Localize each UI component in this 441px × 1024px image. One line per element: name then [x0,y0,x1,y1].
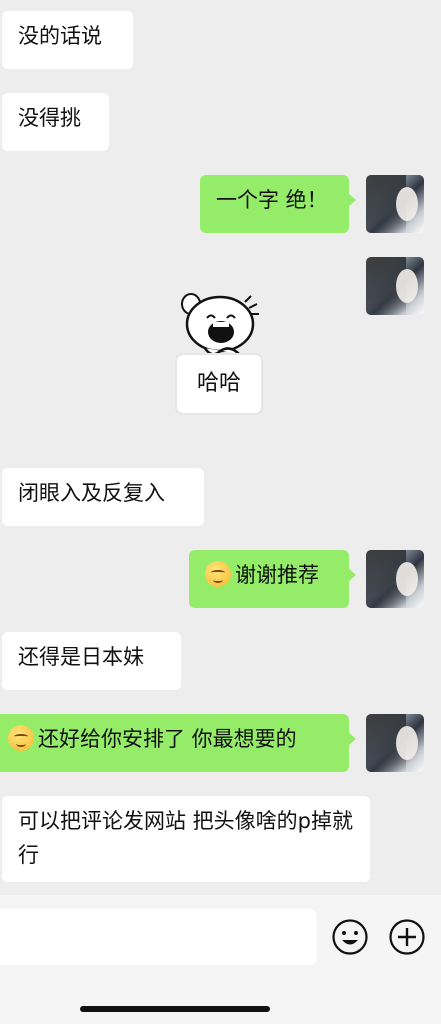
plus-icon[interactable] [388,918,426,956]
avatar[interactable] [366,257,424,315]
message-text: 没的话说 [18,24,102,48]
avatar[interactable] [366,550,424,608]
outgoing-message[interactable]: 谢谢推荐 [189,550,356,608]
message-input[interactable] [0,909,317,965]
sticker-message[interactable]: 哈哈 [175,290,265,420]
avatar[interactable] [366,175,424,233]
home-indicator [80,1006,270,1012]
incoming-message[interactable]: 没的话说 [2,11,133,69]
outgoing-message[interactable]: 还好给你安排了 你最想要的 [0,714,356,772]
message-text: 闭眼入及反复入 [18,481,165,505]
message-text: 谢谢推荐 [235,563,319,587]
avatar[interactable] [366,714,424,772]
message-text: 可以把评论发网站 把头像啥的p掉就行 [18,809,354,867]
incoming-message[interactable]: 闭眼入及反复入 [2,468,204,526]
thinking-face-icon [8,725,34,751]
emoji-icon[interactable] [331,918,369,956]
outgoing-message[interactable]: 一个字 绝！ [200,175,356,233]
incoming-message[interactable]: 没得挑 [2,93,109,151]
sticker-caption: 哈哈 [175,353,263,415]
incoming-message[interactable]: 还得是日本妹 [2,632,181,690]
incoming-message[interactable]: 可以把评论发网站 把头像啥的p掉就行 [2,796,370,882]
message-text: 没得挑 [18,106,81,130]
message-text: 一个字 绝！ [216,188,328,212]
message-text: 还得是日本妹 [18,645,144,669]
input-bar [0,895,441,1024]
thinking-face-icon [205,561,231,587]
message-text: 还好给你安排了 你最想要的 [38,727,297,751]
